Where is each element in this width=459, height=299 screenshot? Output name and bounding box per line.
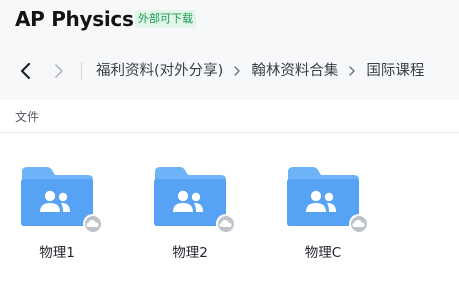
breadcrumb-item[interactable]: 国际课程: [366, 60, 424, 82]
shared-folder-icon: [287, 167, 368, 234]
chevron-right-icon: [347, 60, 357, 82]
back-button[interactable]: [18, 60, 34, 82]
folder-item-2[interactable]: 物理2: [153, 166, 243, 266]
forward-button[interactable]: [51, 60, 67, 82]
download-status-badge: 外部可下载: [135, 10, 196, 28]
section-divider: [0, 132, 459, 133]
folder-name: 物理2: [172, 245, 208, 261]
shared-folder-icon: [21, 167, 102, 234]
breadcrumb-item[interactable]: 翰林资料合集: [251, 60, 338, 82]
breadcrumb-item[interactable]: 福利资料(对外分享): [96, 60, 223, 82]
folder-item-1[interactable]: 物理1: [20, 166, 110, 266]
folder-name: 物理C: [304, 245, 342, 261]
page-header: AP Physics 外部可下载 福利资料(对外分享) 翰林资料合集 国际课程: [0, 0, 459, 100]
breadcrumb: 福利资料(对外分享) 翰林资料合集 国际课程: [96, 60, 424, 82]
page-title: AP Physics: [15, 7, 134, 31]
chevron-left-icon: [20, 62, 31, 80]
chevron-right-icon: [55, 64, 63, 78]
section-label: 文件: [15, 110, 40, 124]
folder-item-3[interactable]: 物理C: [286, 166, 376, 266]
shared-folder-icon: [154, 167, 235, 234]
nav-divider: [81, 62, 82, 80]
chevron-right-icon: [232, 60, 242, 82]
folder-name: 物理1: [39, 245, 75, 261]
